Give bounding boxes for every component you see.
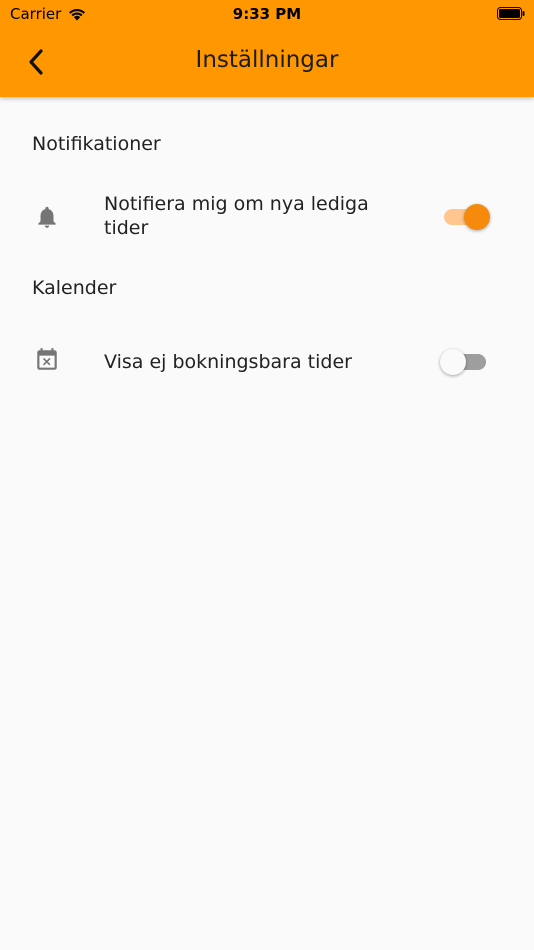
section-header-calendar: Kalender <box>32 277 117 299</box>
battery-icon <box>497 7 525 20</box>
notify-new-times-toggle[interactable] <box>442 202 490 232</box>
app-header: Carrier 9:33 PM Inställningar <box>0 0 534 97</box>
status-time: 9:33 PM <box>232 5 302 23</box>
toggle-thumb <box>440 349 466 375</box>
settings-row-hide-unbookable[interactable]: Visa ej bokningsbara tider <box>0 336 534 392</box>
hide-unbookable-label: Visa ej bokningsbara tider <box>104 351 352 373</box>
section-header-notifications: Notifikationer <box>32 133 161 155</box>
settings-row-notify-new-times[interactable]: Notifiera mig om nya lediga tider <box>0 190 534 246</box>
app-bar: Inställningar <box>0 28 534 97</box>
calendar-x-icon <box>37 348 57 370</box>
toggle-thumb <box>464 204 490 230</box>
page-title: Inställningar <box>195 47 339 73</box>
bell-icon <box>38 206 56 228</box>
status-bar: Carrier 9:33 PM <box>0 0 534 28</box>
hide-unbookable-toggle[interactable] <box>440 347 488 377</box>
notify-new-times-label: Notifiera mig om nya lediga tider <box>104 193 369 239</box>
